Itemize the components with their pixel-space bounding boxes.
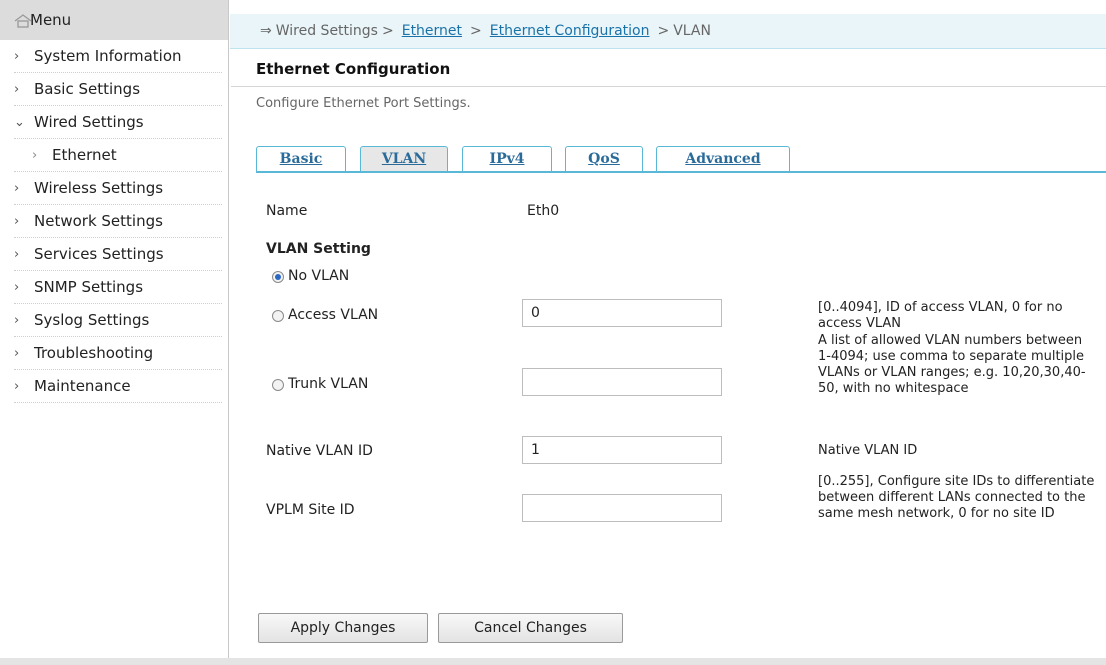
breadcrumb-current: VLAN [673, 23, 711, 39]
sidebar-item-network-settings[interactable]: › Network Settings [14, 205, 222, 238]
chevron-right-icon: › [32, 147, 38, 163]
chevron-right-icon: › [14, 81, 20, 97]
chevron-right-icon: › [14, 378, 20, 394]
sidebar-item-label: Basic Settings [34, 80, 141, 98]
trunk-vlan-label: Trunk VLAN [288, 376, 369, 392]
vlan-setting-heading: VLAN Setting [266, 241, 371, 257]
arrow-right-icon: ⇒ [260, 23, 272, 39]
trunk-vlan-input[interactable] [522, 368, 722, 396]
access-vlan-input[interactable] [522, 299, 722, 327]
name-value: Eth0 [527, 203, 560, 219]
bottom-border [0, 658, 1106, 665]
sidebar-item-syslog-settings[interactable]: › Syslog Settings [14, 304, 222, 337]
tab-basic[interactable]: Basic [256, 146, 346, 171]
sidebar-item-label: Wired Settings [34, 113, 144, 131]
access-vlan-radio[interactable] [272, 310, 284, 322]
sidebar-item-services-settings[interactable]: › Services Settings [14, 238, 222, 271]
chevron-right-icon: › [14, 279, 20, 295]
title-divider [231, 86, 1106, 87]
native-vlan-help: Native VLAN ID [818, 443, 918, 458]
tab-vlan[interactable]: VLAN [360, 146, 448, 171]
chevron-right-icon: › [14, 345, 20, 361]
sidebar-item-label: Syslog Settings [34, 311, 150, 329]
chevron-right-icon: › [14, 180, 20, 196]
sidebar-item-label: SNMP Settings [34, 278, 144, 296]
breadcrumb-separator: > [657, 23, 670, 39]
tab-qos[interactable]: QoS [565, 146, 643, 171]
cancel-changes-button[interactable]: Cancel Changes [438, 613, 623, 643]
breadcrumb: ⇒ Wired Settings > Ethernet > Ethernet C… [230, 14, 1106, 49]
sidebar-item-system-information[interactable]: › System Information [14, 40, 222, 73]
sidebar: Menu › System Information › Basic Settin… [0, 0, 229, 658]
vplm-site-id-input[interactable] [522, 494, 722, 522]
tab-advanced[interactable]: Advanced [656, 146, 790, 171]
page-title: Ethernet Configuration [256, 60, 451, 78]
sidebar-item-label: Maintenance [34, 377, 131, 395]
native-vlan-label: Native VLAN ID [266, 443, 373, 459]
native-vlan-input[interactable] [522, 436, 722, 464]
breadcrumb-separator: > [470, 23, 482, 39]
sidebar-item-basic-settings[interactable]: › Basic Settings [14, 73, 222, 106]
menu-title: Menu [30, 11, 72, 29]
no-vlan-radio[interactable] [272, 271, 284, 283]
sidebar-item-label: Services Settings [34, 245, 164, 263]
vplm-site-id-label: VPLM Site ID [266, 502, 355, 518]
chevron-right-icon: › [14, 213, 20, 229]
tab-ipv4[interactable]: IPv4 [462, 146, 552, 171]
trunk-vlan-help: A list of allowed VLAN numbers between 1… [818, 333, 1086, 396]
sidebar-item-troubleshooting[interactable]: › Troubleshooting [14, 337, 222, 370]
sidebar-item-label: Ethernet [52, 146, 117, 164]
sidebar-item-snmp-settings[interactable]: › SNMP Settings [14, 271, 222, 304]
no-vlan-label: No VLAN [288, 268, 350, 284]
sidebar-item-wireless-settings[interactable]: › Wireless Settings [14, 172, 222, 205]
breadcrumb-link-ethernet[interactable]: Ethernet [402, 23, 462, 39]
chevron-right-icon: › [14, 312, 20, 328]
sidebar-item-label: Wireless Settings [34, 179, 164, 197]
access-vlan-help: [0..4094], ID of access VLAN, 0 for no a… [818, 300, 1063, 331]
chevron-down-icon: ⌄ [14, 114, 25, 130]
sidebar-item-wired-settings[interactable]: ⌄ Wired Settings [14, 106, 222, 139]
breadcrumb-wired-settings: Wired Settings [275, 23, 378, 39]
name-label: Name [266, 203, 308, 219]
tab-underline [256, 171, 1106, 173]
sidebar-item-maintenance[interactable]: › Maintenance [14, 370, 222, 403]
sidebar-item-ethernet[interactable]: › Ethernet [14, 139, 222, 172]
vplm-site-id-help: [0..255], Configure site IDs to differen… [818, 474, 1095, 521]
apply-changes-button[interactable]: Apply Changes [258, 613, 428, 643]
menu-header: Menu [0, 0, 228, 40]
home-icon [14, 14, 32, 28]
access-vlan-label: Access VLAN [288, 307, 379, 323]
sidebar-item-label: Network Settings [34, 212, 163, 230]
breadcrumb-separator: > [381, 23, 394, 39]
breadcrumb-link-ethernet-configuration[interactable]: Ethernet Configuration [490, 23, 650, 39]
sidebar-item-label: Troubleshooting [34, 344, 154, 362]
trunk-vlan-radio[interactable] [272, 379, 284, 391]
page-subtitle: Configure Ethernet Port Settings. [256, 96, 471, 111]
chevron-right-icon: › [14, 48, 20, 64]
chevron-right-icon: › [14, 246, 20, 262]
sidebar-item-label: System Information [34, 47, 182, 65]
